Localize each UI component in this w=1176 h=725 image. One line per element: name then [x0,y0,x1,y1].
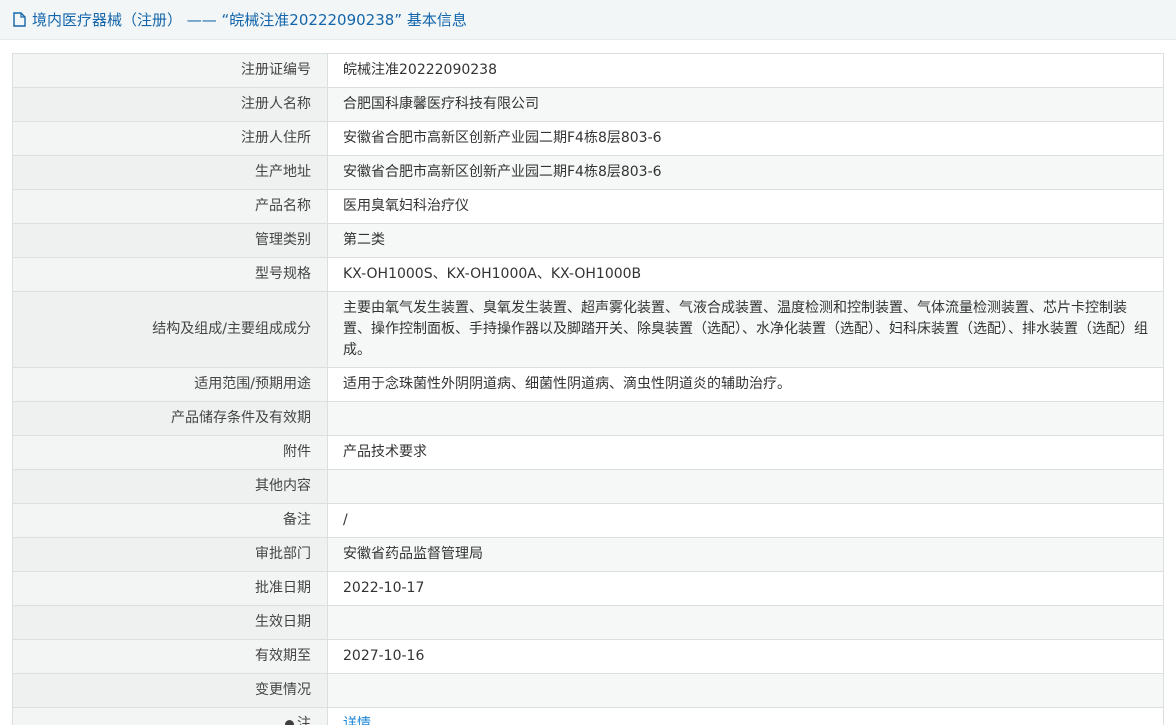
table-row: 型号规格 KX-OH1000S、KX-OH1000A、KX-OH1000B [13,258,1164,292]
row-value: 皖械注准20222090238 [328,54,1164,88]
row-label: 注册人名称 [13,88,328,122]
row-label-text: 审批部门 [255,546,311,562]
row-label: 产品储存条件及有效期 [13,402,328,436]
row-label-text: 其他内容 [255,478,311,494]
row-label-text: 批准日期 [255,580,311,596]
row-label: 其他内容 [13,470,328,504]
row-label-text: 型号规格 [255,266,311,282]
row-label: 注册人住所 [13,122,328,156]
row-label-text: 注册人名称 [241,96,311,112]
row-label: 管理类别 [13,224,328,258]
table-row: 产品储存条件及有效期 [13,402,1164,436]
page-header: 境内医疗器械（注册） —— “皖械注准20222090238” 基本信息 [0,0,1176,40]
row-label-text: 注册证编号 [241,62,311,78]
row-label: 审批部门 [13,538,328,572]
note-dot-icon [285,720,294,725]
row-value: 合肥国科康馨医疗科技有限公司 [328,88,1164,122]
row-label: 备注 [13,504,328,538]
row-label: 适用范围/预期用途 [13,368,328,402]
table-row: 注册人住所 安徽省合肥市高新区创新产业园二期F4栋8层803-6 [13,122,1164,156]
row-label: 有效期至 [13,640,328,674]
row-label: 生效日期 [13,606,328,640]
row-value: 详情 [328,708,1164,725]
table-row: 适用范围/预期用途 适用于念珠菌性外阴阴道病、细菌性阴道病、滴虫性阴道炎的辅助治疗… [13,368,1164,402]
table-row: 其他内容 [13,470,1164,504]
row-label-text: 生产地址 [255,164,311,180]
table-row: 批准日期 2022-10-17 [13,572,1164,606]
row-label-text: 产品储存条件及有效期 [171,410,311,426]
row-value: 2027-10-16 [328,640,1164,674]
table-row: 产品名称 医用臭氧妇科治疗仪 [13,190,1164,224]
row-label: 变更情况 [13,674,328,708]
table-row: 注册证编号 皖械注准20222090238 [13,54,1164,88]
table-row: 注 详情 [13,708,1164,725]
row-value: 安徽省合肥市高新区创新产业园二期F4栋8层803-6 [328,122,1164,156]
row-label-text: 生效日期 [255,614,311,630]
row-value: 主要由氧气发生装置、臭氧发生装置、超声雾化装置、气液合成装置、温度检测和控制装置… [328,292,1164,368]
table-row: 结构及组成/主要组成成分 主要由氧气发生装置、臭氧发生装置、超声雾化装置、气液合成… [13,292,1164,368]
row-label: 产品名称 [13,190,328,224]
registration-info-table-wrap: 注册证编号皖械注准20222090238注册人名称合肥国科康馨医疗科技有限公司注… [12,53,1164,725]
registration-info-table: 注册证编号皖械注准20222090238注册人名称合肥国科康馨医疗科技有限公司注… [12,53,1164,725]
table-row: 备注 / [13,504,1164,538]
row-value: 安徽省合肥市高新区创新产业园二期F4栋8层803-6 [328,156,1164,190]
row-label-text: 注册人住所 [241,130,311,146]
table-row: 注册人名称 合肥国科康馨医疗科技有限公司 [13,88,1164,122]
table-row: 有效期至 2027-10-16 [13,640,1164,674]
row-label: 批准日期 [13,572,328,606]
table-row: 审批部门 安徽省药品监督管理局 [13,538,1164,572]
row-value: 安徽省药品监督管理局 [328,538,1164,572]
table-row: 附件 产品技术要求 [13,436,1164,470]
row-value [328,674,1164,708]
row-label-text: 适用范围/预期用途 [194,376,311,392]
row-label: 结构及组成/主要组成成分 [13,292,328,368]
row-label-text: 管理类别 [255,232,311,248]
row-label-text: 注 [297,716,311,725]
row-label-text: 产品名称 [255,198,311,214]
row-label: 生产地址 [13,156,328,190]
row-label: 附件 [13,436,328,470]
row-label: 注 [13,708,328,725]
row-label-text: 有效期至 [255,648,311,664]
table-row: 管理类别 第二类 [13,224,1164,258]
detail-link[interactable]: 详情 [343,716,371,725]
row-value: 2022-10-17 [328,572,1164,606]
row-value: 产品技术要求 [328,436,1164,470]
row-label-text: 附件 [283,444,311,460]
document-icon [13,12,26,27]
table-row: 生产地址 安徽省合肥市高新区创新产业园二期F4栋8层803-6 [13,156,1164,190]
row-value [328,402,1164,436]
row-label: 型号规格 [13,258,328,292]
row-value: 第二类 [328,224,1164,258]
table-row: 变更情况 [13,674,1164,708]
row-label-text: 备注 [283,512,311,528]
row-value: 医用臭氧妇科治疗仪 [328,190,1164,224]
row-label: 注册证编号 [13,54,328,88]
row-value [328,606,1164,640]
row-value: 适用于念珠菌性外阴阴道病、细菌性阴道病、滴虫性阴道炎的辅助治疗。 [328,368,1164,402]
row-label-text: 变更情况 [255,682,311,698]
row-value [328,470,1164,504]
row-value: / [328,504,1164,538]
row-label-text: 结构及组成/主要组成成分 [152,321,311,337]
row-value: KX-OH1000S、KX-OH1000A、KX-OH1000B [328,258,1164,292]
table-row: 生效日期 [13,606,1164,640]
page-title: 境内医疗器械（注册） —— “皖械注准20222090238” 基本信息 [32,9,467,30]
